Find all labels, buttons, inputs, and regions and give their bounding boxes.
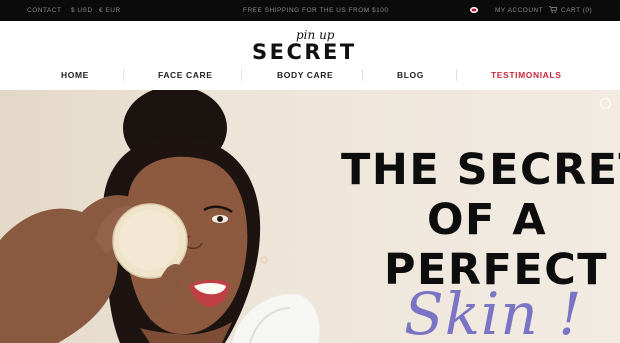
contact-link[interactable]: CONTACT <box>27 7 61 14</box>
logo-wordmark[interactable]: SECRET <box>252 40 357 64</box>
currency-eur-link[interactable]: € EUR <box>99 7 121 14</box>
slider-dot-icon[interactable] <box>600 98 611 109</box>
us-flag-icon[interactable] <box>470 7 478 13</box>
nav-item-home[interactable]: HOME <box>61 70 89 80</box>
nav-divider <box>123 69 124 81</box>
currency-usd-link[interactable]: $ USD <box>71 7 93 14</box>
my-account-link[interactable]: MY ACCOUNT <box>495 7 543 14</box>
nav-item-blog[interactable]: BLOG <box>397 70 424 80</box>
shipping-notice: FREE SHIPPING FOR THE US FROM $100 <box>243 7 389 14</box>
nav-divider <box>362 69 363 81</box>
hero-headline-line2: OF A <box>427 195 548 245</box>
hero-script-word: Skin ! <box>404 280 583 343</box>
nav-divider <box>241 69 242 81</box>
hero-headline: THE SECRET OF A PERFECT <box>341 145 620 295</box>
nav-item-face-care[interactable]: FACE CARE <box>158 70 213 80</box>
nav-divider <box>456 69 457 81</box>
cart-icon[interactable] <box>549 6 557 13</box>
nav-item-body-care[interactable]: BODY CARE <box>277 70 333 80</box>
nav-item-testimonials[interactable]: TESTIMONIALS <box>491 70 561 80</box>
top-bar: CONTACT $ USD € EUR FREE SHIPPING FOR TH… <box>0 0 620 21</box>
hero-headline-line1: THE SECRET <box>341 145 620 195</box>
main-nav: HOME FACE CARE BODY CARE BLOG TESTIMONIA… <box>0 67 620 83</box>
cart-link[interactable]: CART (0) <box>561 7 592 14</box>
hero-banner[interactable]: THE SECRET OF A PERFECT Skin ! <box>0 90 620 343</box>
